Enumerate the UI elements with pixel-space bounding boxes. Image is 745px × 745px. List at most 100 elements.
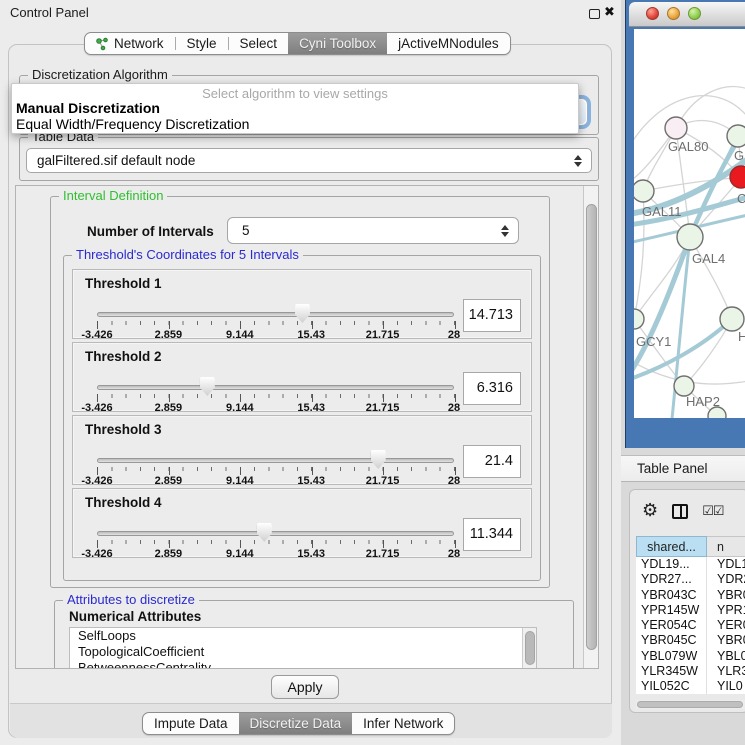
table-row[interactable]: YBL079WYBL0 [636,649,745,664]
popup-option-manual-discretization[interactable]: Manual Discretization [12,100,578,116]
major-tick [169,540,170,548]
threshold-slider-track[interactable] [97,385,454,390]
network-node-h[interactable] [720,307,744,331]
apply-button[interactable]: Apply [271,675,339,699]
table-row[interactable]: YER054CYER0 [636,618,745,633]
table-panel: ⚙ ☑☑ shared... n YDL19...YDL1YDR27...YDR… [629,489,745,713]
tick-label: 9.144 [226,548,254,560]
tab-jactivemnodules[interactable]: jActiveMNodules [387,33,510,54]
table-row[interactable]: YBR045CYBR0 [636,633,745,648]
number-of-intervals-value: 5 [242,223,250,238]
major-tick [383,394,384,402]
close-icon[interactable]: ✖ [604,5,615,20]
network-node[interactable] [708,407,726,418]
close-traffic-light-icon[interactable] [646,7,659,20]
gear-icon[interactable]: ⚙ [642,502,658,520]
major-tick [97,467,98,475]
tab-discretize-data[interactable]: Discretize Data [239,713,353,734]
attributes-scrollbar[interactable] [522,628,536,669]
tick-label: 9.144 [226,329,254,341]
threshold-value-field[interactable]: 6.316 [463,372,521,405]
tick-label: 2.859 [155,329,183,341]
tab-cyni-toolbox[interactable]: Cyni Toolbox [288,33,387,54]
vertical-scrollbar[interactable] [583,186,598,668]
table-cell: YLR345W [636,664,707,679]
network-node-c[interactable] [730,166,745,188]
tab-impute-data[interactable]: Impute Data [143,713,239,734]
minimize-traffic-light-icon[interactable] [667,7,680,20]
zoom-traffic-light-icon[interactable] [688,7,701,20]
group-label-interval-definition: Interval Definition [59,189,167,203]
threshold-label: Threshold 3 [85,422,162,437]
major-tick [240,394,241,402]
scrollbar-thumb[interactable] [586,204,597,650]
node-table: shared... n YDL19...YDL1YDR27...YDR2YBR0… [636,536,745,698]
threshold-panel: Threshold 1 -3.4262.8599.14415.4321.7152… [72,269,532,339]
tick-label: 28 [448,475,460,487]
table-cell: YER054C [636,618,707,633]
spinner-arrows-icon[interactable] [501,225,509,237]
table-row[interactable]: YDR27...YDR2 [636,572,745,587]
network-node-gal80[interactable] [665,117,687,139]
major-tick [312,467,313,475]
network-window-titlebar[interactable] [629,2,745,27]
threshold-label: Threshold 1 [85,276,162,291]
bottom-tab-bar: Impute DataDiscretize DataInfer Network [142,712,455,735]
network-node-gal11[interactable] [634,180,654,202]
tick-label: 15.43 [297,548,325,560]
numerical-attributes-list[interactable]: SelfLoopsTopologicalCoefficientBetweenne… [69,627,537,669]
table-cell: YPR1 [707,603,745,618]
number-of-intervals-select[interactable]: 5 [227,217,519,244]
tick-label: 21.715 [366,329,400,341]
threshold-slider-track[interactable] [97,458,454,463]
attribute-item[interactable]: SelfLoops [70,628,536,644]
table-row[interactable]: YPR145WYPR1 [636,603,745,618]
table-cell: YBR0 [707,633,745,648]
popup-option-equal-width-frequency[interactable]: Equal Width/Frequency Discretization [12,116,578,132]
table-data-select[interactable]: galFiltered.sif default node [26,148,592,173]
attribute-item[interactable]: TopologicalCoefficient [70,644,536,660]
scrollbar-thumb[interactable] [637,701,743,708]
table-row[interactable]: YDL19...YDL1 [636,557,745,572]
panel-title: Control Panel [10,5,89,20]
table-panel-titlebar: Table Panel [621,455,745,482]
table-row[interactable]: YLR345WYLR3 [636,664,745,679]
tab-network[interactable]: Network [85,33,175,54]
column-header-name[interactable]: n [707,536,745,557]
threshold-value-field[interactable]: 14.713 [463,299,521,332]
spinner-arrows-icon[interactable] [574,155,582,167]
threshold-slider-track[interactable] [97,312,454,317]
tab-style[interactable]: Style [176,33,228,54]
table-cell: YBL0 [707,649,745,664]
threshold-value-field[interactable]: 21.4 [463,445,521,478]
table-panel-title: Table Panel [637,461,708,476]
major-tick [455,321,456,329]
table-row[interactable]: YBR043CYBR0 [636,588,745,603]
scrollbar-thumb[interactable] [525,631,535,665]
slider-tick-labels: -3.4262.8599.14415.4321.71528 [97,475,454,487]
horizontal-scrollbar[interactable] [636,700,745,709]
column-header-shared-name[interactable]: shared... [636,536,707,557]
attributes-group: Attributes to discretize Numerical Attri… [54,600,574,669]
attribute-item[interactable]: BetweennessCentrality [70,660,536,669]
network-node-gal4[interactable] [677,224,703,250]
float-window-icon[interactable] [589,9,600,19]
tick-label: 2.859 [155,402,183,414]
threshold-slider-track[interactable] [97,531,454,536]
table-rows: YDL19...YDL1YDR27...YDR2YBR043CYBR0YPR14… [636,557,745,694]
table-cell: YBR043C [636,588,707,603]
table-header-row: shared... n [636,536,745,557]
checkbox-icons[interactable]: ☑☑ [702,504,723,519]
table-row[interactable]: YIL052CYIL0 [636,679,745,694]
major-tick [312,394,313,402]
split-columns-icon[interactable] [672,504,688,519]
network-node-gcy1[interactable] [634,309,644,329]
network-canvas[interactable]: GAL80GCGAL11GAL4GCY1HHAP2 [634,29,745,418]
network-view-window: GAL80GCGAL11GAL4GCY1HHAP2 [625,0,745,448]
tab-infer-network[interactable]: Infer Network [352,713,454,734]
network-node-hap2[interactable] [674,376,694,396]
threshold-value-field[interactable]: 11.344 [463,518,521,551]
tab-select[interactable]: Select [229,33,289,54]
network-node-g[interactable] [727,125,745,147]
major-tick [312,321,313,329]
